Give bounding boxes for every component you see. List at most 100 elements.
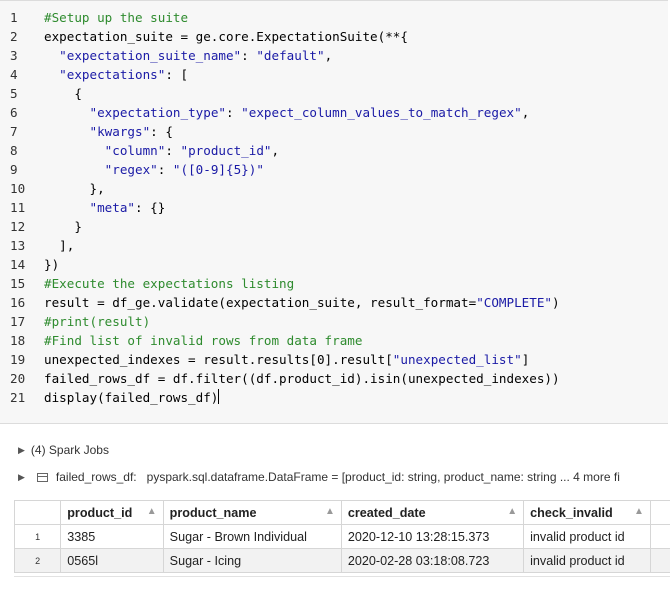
dataframe-schema-row[interactable]: ▶ failed_rows_df: pyspark.sql.dataframe.… [18, 470, 670, 484]
code-line[interactable]: 6 "expectation_type": "expect_column_val… [0, 103, 529, 122]
code-line[interactable]: 3 "expectation_suite_name": "default", [0, 46, 332, 65]
line-number: 10 [10, 181, 26, 196]
table-cell: 3385 [60, 524, 164, 549]
code-line[interactable]: 11 "meta": {} [0, 198, 165, 217]
column-header-label: check_invalid [530, 505, 613, 520]
row-index: 1 [13, 524, 62, 549]
code-line[interactable]: 4 "expectations": [ [0, 65, 188, 84]
code-line[interactable]: 13 ], [0, 236, 74, 255]
code-line[interactable]: 21 display(failed_rows_df) [0, 388, 220, 407]
code-text[interactable]: display(failed_rows_df) [44, 388, 220, 407]
code-text[interactable]: "expectation_type": "expect_column_value… [44, 103, 530, 122]
column-header-product-name[interactable]: product_name ▲ [162, 500, 342, 525]
divider [14, 576, 670, 577]
expand-triangle-icon[interactable]: ▶ [18, 445, 25, 456]
line-number: 16 [10, 295, 26, 310]
line-number: 11 [10, 200, 26, 215]
table-cell: Sugar - Icing [162, 548, 342, 573]
code-line[interactable]: 5 { [0, 84, 82, 103]
code-line[interactable]: 7 "kwargs": { [0, 122, 173, 141]
table-cell: Sugar - Brown Individual [162, 524, 342, 549]
sort-triangle-icon[interactable]: ▲ [507, 506, 517, 517]
code-text[interactable]: } [44, 217, 82, 236]
spark-jobs-row[interactable]: ▶ (4) Spark Jobs [18, 443, 109, 457]
line-number: 14 [10, 257, 26, 272]
line-number: 6 [10, 105, 18, 120]
code-text[interactable]: #print(result) [44, 312, 150, 331]
code-text[interactable]: "column": "product_id", [44, 141, 279, 160]
code-line[interactable]: 18 #Find list of invalid rows from data f… [0, 331, 362, 350]
table-cell [649, 524, 670, 549]
table-cell: 2020-12-10 13:28:15.373 [340, 524, 525, 549]
column-header-product-id[interactable]: product_id ▲ [60, 500, 164, 525]
code-text[interactable]: }, [44, 179, 104, 198]
result-table: product_id ▲ product_name ▲ created_date… [13, 500, 670, 573]
line-number: 3 [10, 48, 18, 63]
line-number: 19 [10, 352, 26, 367]
code-text[interactable]: "meta": {} [44, 198, 166, 217]
code-line[interactable]: 8 "column": "product_id", [0, 141, 279, 160]
code-line[interactable]: 20 failed_rows_df = df.filter((df.product… [0, 369, 560, 388]
column-header-label: product_id [67, 505, 133, 520]
column-header-created-date[interactable]: created_date ▲ [340, 500, 525, 525]
column-header-label: created_date [347, 505, 426, 520]
code-text[interactable]: result = df_ge.validate(expectation_suit… [44, 293, 560, 312]
code-line[interactable]: 10 }, [0, 179, 105, 198]
code-text[interactable]: #Execute the expectations listing [44, 274, 294, 293]
text-cursor [218, 389, 220, 404]
code-cell[interactable]: 1 #Setup up the suite 2 expectation_suite =… [0, 0, 668, 424]
table-icon [36, 472, 48, 482]
code-text[interactable]: expectation_suite = ge.core.ExpectationS… [44, 27, 408, 46]
dataframe-name: failed_rows_df: [55, 470, 137, 484]
code-line[interactable]: 14}) [0, 255, 59, 274]
table-cell: 2020-02-28 03:18:08.723 [340, 548, 525, 573]
line-number: 7 [10, 124, 18, 139]
line-number: 13 [10, 238, 26, 253]
code-text[interactable]: { [44, 84, 82, 103]
spark-jobs-label[interactable]: (4) Spark Jobs [31, 443, 109, 457]
code-line[interactable]: 9 "regex": "([0-9]{5})" [0, 160, 264, 179]
line-number: 9 [10, 162, 18, 177]
code-line[interactable]: 1 #Setup up the suite [0, 8, 188, 27]
line-number: 18 [10, 333, 26, 348]
line-number: 21 [10, 390, 26, 405]
line-number: 17 [10, 314, 26, 329]
code-line[interactable]: 2 expectation_suite = ge.core.Expectation… [0, 27, 408, 46]
code-text[interactable]: #Setup up the suite [44, 8, 188, 27]
table-cell: 0565l [60, 548, 164, 573]
line-number: 8 [10, 143, 18, 158]
index-header [13, 500, 62, 525]
code-text[interactable]: failed_rows_df = df.filter((df.product_i… [44, 369, 560, 388]
code-text[interactable]: "expectation_suite_name": "default", [44, 46, 332, 65]
code-text[interactable]: "expectations": [ [44, 65, 188, 84]
sort-triangle-icon[interactable]: ▲ [147, 506, 157, 517]
code-line[interactable]: 17 #print(result) [0, 312, 150, 331]
code-line[interactable]: 16 result = df_ge.validate(expectation_su… [0, 293, 560, 312]
code-text[interactable]: "regex": "([0-9]{5})" [44, 160, 264, 179]
table-row: 2 0565l Sugar - Icing 2020-02-28 03:18:0… [13, 548, 670, 573]
row-index: 2 [13, 548, 62, 573]
sort-triangle-icon[interactable]: ▲ [325, 506, 335, 517]
column-header-overflow [649, 500, 670, 525]
line-number: 20 [10, 371, 26, 386]
line-number: 4 [10, 67, 18, 82]
code-text[interactable]: #Find list of invalid rows from data fra… [44, 331, 362, 350]
table-cell: invalid product id [523, 548, 651, 573]
code-text[interactable]: "kwargs": { [44, 122, 173, 141]
expand-triangle-icon[interactable]: ▶ [18, 472, 25, 483]
code-text[interactable]: unexpected_indexes = result.results[0].r… [44, 350, 529, 369]
code-text[interactable]: ], [44, 236, 74, 255]
column-header-label: product_name [169, 505, 257, 520]
line-number: 2 [10, 29, 18, 44]
sort-triangle-icon[interactable]: ▲ [634, 506, 644, 517]
code-line[interactable]: 15 #Execute the expectations listing [0, 274, 294, 293]
code-line[interactable]: 12 } [0, 217, 82, 236]
table-cell [649, 548, 670, 573]
line-number: 15 [10, 276, 26, 291]
table-cell: invalid product id [523, 524, 651, 549]
column-header-check-invalid[interactable]: check_invalid ▲ [523, 500, 651, 525]
dataframe-schema: pyspark.sql.dataframe.DataFrame = [produ… [146, 470, 620, 484]
code-line[interactable]: 19 unexpected_indexes = result.results[0]… [0, 350, 529, 369]
table-row: 1 3385 Sugar - Brown Individual 2020-12-… [13, 524, 670, 549]
code-text[interactable]: }) [44, 255, 59, 274]
